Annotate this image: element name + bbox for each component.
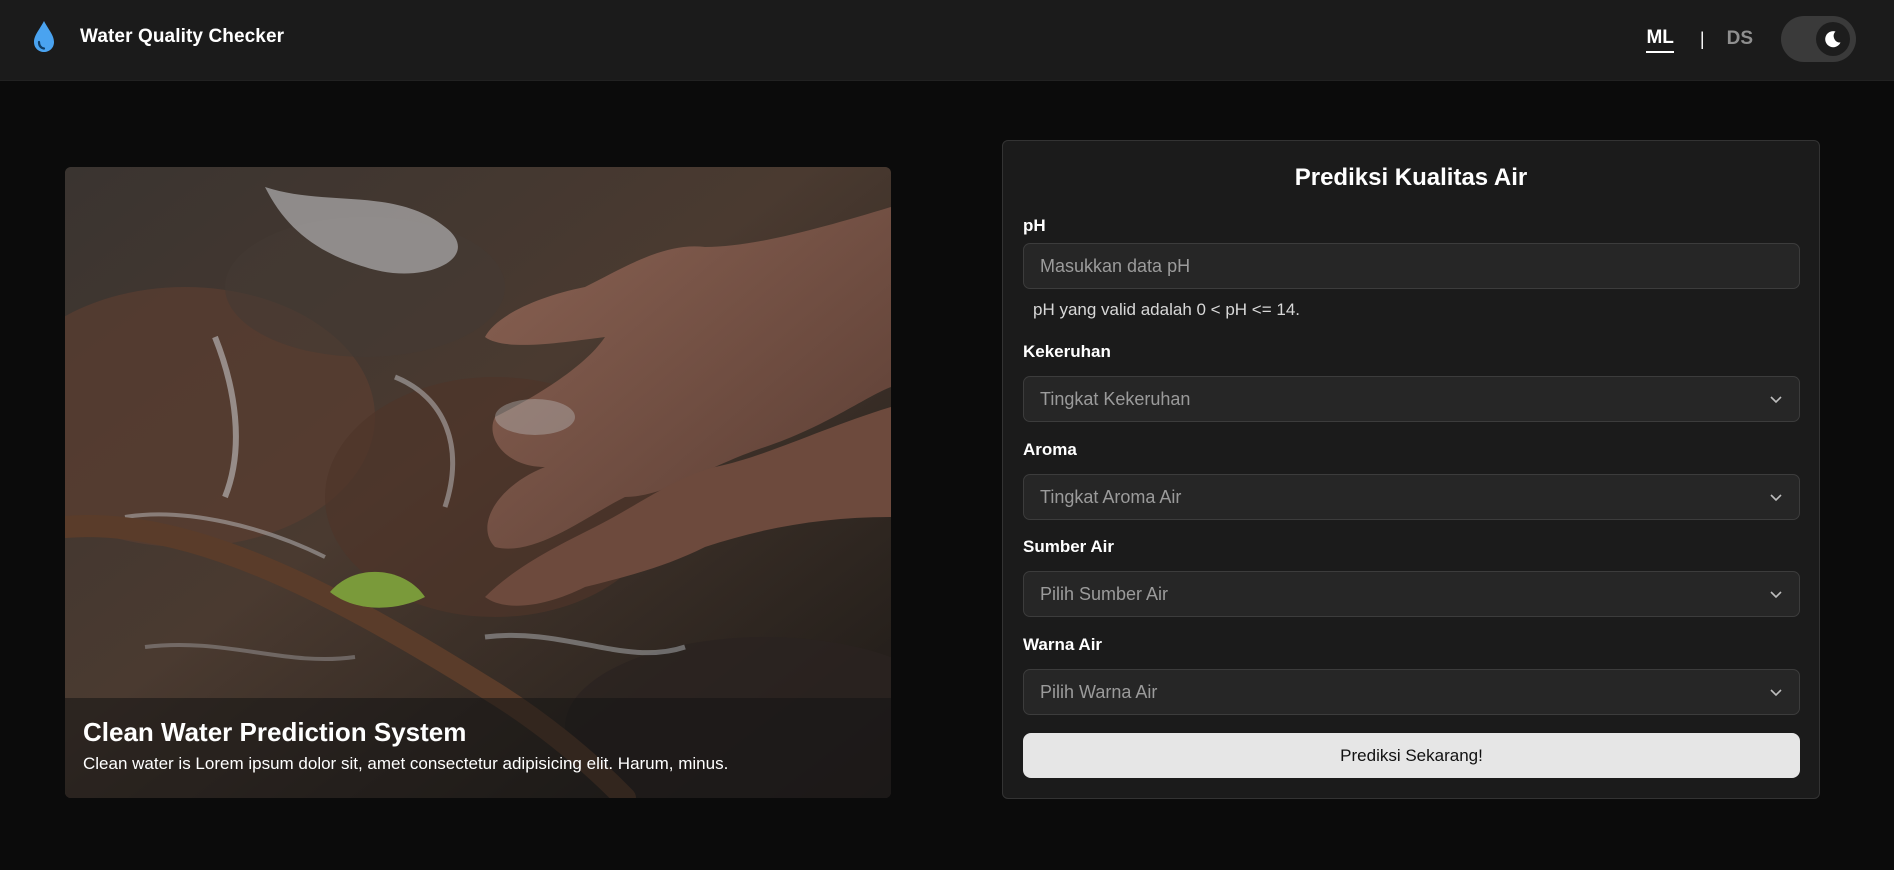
warna-air-select[interactable]: Pilih Warna Air xyxy=(1023,669,1800,715)
aroma-selected: Tingkat Aroma Air xyxy=(1040,486,1182,507)
chevron-down-icon xyxy=(1770,591,1782,599)
brand-title: Water Quality Checker xyxy=(80,26,285,47)
toggle-knob xyxy=(1816,22,1850,56)
nav-right: ML | DS xyxy=(1646,16,1856,62)
navbar: Water Quality Checker ML | DS xyxy=(0,0,1894,81)
ph-label: pH xyxy=(1023,216,1046,235)
hero-title: Clean Water Prediction System xyxy=(83,717,467,747)
kekeruhan-selected: Tingkat Kekeruhan xyxy=(1040,388,1191,409)
hero-description: Clean water is Lorem ipsum dolor sit, am… xyxy=(83,754,729,773)
prediction-form: Prediksi Kualitas Air pH pH yang valid a… xyxy=(1002,140,1820,799)
theme-toggle[interactable] xyxy=(1781,16,1856,62)
water-drop-icon xyxy=(34,21,54,52)
sumber-air-label: Sumber Air xyxy=(1023,537,1115,556)
form-title: Prediksi Kualitas Air xyxy=(1294,164,1528,191)
sumber-air-select[interactable]: Pilih Sumber Air xyxy=(1023,571,1800,617)
kekeruhan-select[interactable]: Tingkat Kekeruhan xyxy=(1023,376,1800,422)
predict-button[interactable]: Prediksi Sekarang! xyxy=(1023,733,1800,778)
hero-card: Clean Water Prediction System Clean wate… xyxy=(65,167,891,798)
nav-link-ml[interactable]: ML xyxy=(1646,27,1674,53)
ph-input[interactable] xyxy=(1023,243,1800,289)
nav-link-ds[interactable]: DS xyxy=(1727,28,1753,50)
moon-icon xyxy=(1825,31,1841,48)
chevron-down-icon xyxy=(1770,494,1782,502)
sumber-air-selected: Pilih Sumber Air xyxy=(1040,583,1169,604)
warna-air-label: Warna Air xyxy=(1023,635,1103,654)
warna-air-selected: Pilih Warna Air xyxy=(1040,681,1158,702)
hero-caption: Clean Water Prediction System Clean wate… xyxy=(65,698,891,798)
chevron-down-icon xyxy=(1770,396,1782,404)
aroma-select[interactable]: Tingkat Aroma Air xyxy=(1023,474,1800,520)
kekeruhan-label: Kekeruhan xyxy=(1023,342,1111,361)
chevron-down-icon xyxy=(1770,689,1782,697)
nav-separator: | xyxy=(1699,28,1705,49)
aroma-label: Aroma xyxy=(1023,440,1077,459)
brand[interactable]: Water Quality Checker xyxy=(31,20,284,54)
ph-hint: pH yang valid adalah 0 < pH <= 14. xyxy=(1033,300,1300,319)
